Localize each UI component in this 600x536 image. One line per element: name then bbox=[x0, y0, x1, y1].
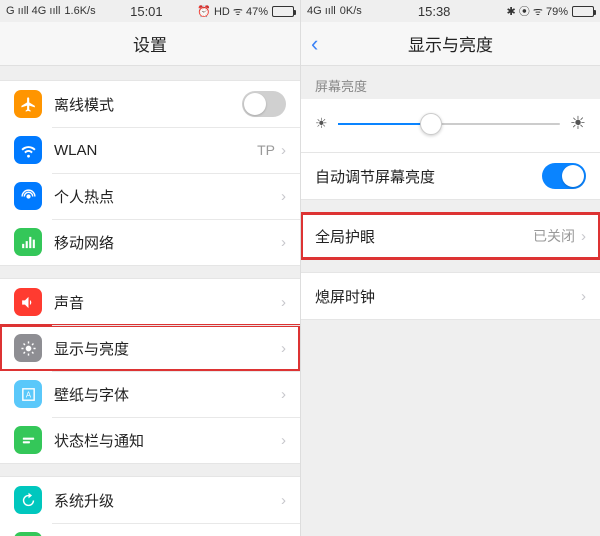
net-speed: 1.6K/s bbox=[64, 5, 95, 17]
status-time: 15:01 bbox=[96, 4, 198, 19]
row-label: 熄屏时钟 bbox=[315, 286, 581, 307]
display-group-1: 全局护眼已关闭 › bbox=[301, 212, 600, 260]
row-label: 声音 bbox=[54, 292, 281, 313]
battery-icon bbox=[272, 6, 294, 17]
chevron-right-icon: › bbox=[281, 492, 286, 509]
brightness-slider-row: ☀ ☀ bbox=[301, 99, 600, 153]
title-bar-right: ‹ 显示与亮度 bbox=[301, 22, 600, 66]
battery-icon bbox=[572, 6, 594, 17]
signal-text: 4G ııll bbox=[307, 5, 336, 17]
right-row-2[interactable]: 熄屏时钟› bbox=[301, 273, 600, 319]
chevron-right-icon: › bbox=[281, 340, 286, 357]
display-group-0: 自动调节屏幕亮度 bbox=[301, 153, 600, 200]
wifi-icon bbox=[14, 136, 42, 164]
title-bar-left: 设置 bbox=[0, 22, 300, 66]
settings-group-0: 离线模式WLANTP›个人热点›移动网络› bbox=[0, 80, 300, 266]
row-label: 离线模式 bbox=[54, 94, 242, 115]
page-title: 显示与亮度 bbox=[408, 31, 493, 56]
airplane-icon bbox=[14, 90, 42, 118]
display-group-2: 熄屏时钟› bbox=[301, 272, 600, 320]
left-row-phone[interactable]: 电话› bbox=[0, 523, 300, 536]
chevron-right-icon: › bbox=[281, 386, 286, 403]
left-row-brightness[interactable]: 显示与亮度› bbox=[0, 325, 300, 371]
update-icon bbox=[14, 486, 42, 514]
display-brightness-pane: 4G ııll 0K/s 15:38 ✱ ⦿ ᯤ 79% ‹ 显示与亮度 屏幕亮… bbox=[300, 0, 600, 536]
row-value: 已关闭 bbox=[533, 226, 575, 246]
row-label: 自动调节屏幕亮度 bbox=[315, 166, 542, 187]
status-bar-left: G ııll 4G ııll 1.6K/s 15:01 ⏰ HD ᯤ 47% bbox=[0, 0, 300, 22]
brightness-icon bbox=[14, 334, 42, 362]
row-label: 显示与亮度 bbox=[54, 338, 281, 359]
left-row-notification[interactable]: 状态栏与通知› bbox=[0, 417, 300, 463]
chevron-right-icon: › bbox=[581, 228, 586, 245]
net-speed: 0K/s bbox=[340, 5, 362, 17]
row-label: 系统升级 bbox=[54, 490, 281, 511]
chevron-right-icon: › bbox=[281, 188, 286, 205]
status-bar-right: 4G ııll 0K/s 15:38 ✱ ⦿ ᯤ 79% bbox=[301, 0, 600, 22]
row-label: 壁纸与字体 bbox=[54, 384, 281, 405]
chevron-right-icon: › bbox=[281, 142, 286, 159]
brightness-slider[interactable] bbox=[338, 123, 560, 125]
hotspot-icon bbox=[14, 182, 42, 210]
row-label: WLAN bbox=[54, 142, 257, 159]
slider-thumb[interactable] bbox=[420, 113, 442, 135]
chevron-right-icon: › bbox=[281, 432, 286, 449]
section-header-brightness: 屏幕亮度 bbox=[301, 66, 600, 99]
right-row-1[interactable]: 全局护眼已关闭 › bbox=[301, 213, 600, 259]
status-time: 15:38 bbox=[362, 4, 507, 19]
row-value: TP bbox=[257, 142, 275, 158]
display-settings: 屏幕亮度 ☀ ☀ 自动调节屏幕亮度全局护眼已关闭›熄屏时钟› bbox=[301, 66, 600, 536]
settings-pane: G ııll 4G ııll 1.6K/s 15:01 ⏰ HD ᯤ 47% 设… bbox=[0, 0, 300, 536]
page-title: 设置 bbox=[133, 31, 167, 56]
sun-large-icon: ☀ bbox=[570, 113, 586, 134]
row-label: 状态栏与通知 bbox=[54, 430, 281, 451]
left-row-wallpaper[interactable]: A 壁纸与字体› bbox=[0, 371, 300, 417]
svg-text:A: A bbox=[25, 390, 31, 399]
right-row-0: 自动调节屏幕亮度 bbox=[301, 153, 600, 199]
chevron-right-icon: › bbox=[281, 234, 286, 251]
signal-text: G ııll 4G ııll bbox=[6, 5, 60, 17]
row-label: 移动网络 bbox=[54, 232, 281, 253]
back-button[interactable]: ‹ bbox=[311, 31, 318, 57]
toggle[interactable] bbox=[542, 163, 586, 189]
settings-group-2: 系统升级›电话›帐户与同步› bbox=[0, 476, 300, 536]
sun-small-icon: ☀ bbox=[315, 115, 328, 132]
chevron-right-icon: › bbox=[281, 294, 286, 311]
settings-group-1: 声音›显示与亮度›A壁纸与字体›状态栏与通知› bbox=[0, 278, 300, 464]
left-row-cellular[interactable]: 移动网络› bbox=[0, 219, 300, 265]
status-extras: ✱ ⦿ ᯤ 79% bbox=[507, 3, 568, 19]
left-row-sound[interactable]: 声音› bbox=[0, 279, 300, 325]
row-label: 个人热点 bbox=[54, 186, 281, 207]
notification-icon bbox=[14, 426, 42, 454]
wallpaper-icon: A bbox=[14, 380, 42, 408]
sound-icon bbox=[14, 288, 42, 316]
left-row-update[interactable]: 系统升级› bbox=[0, 477, 300, 523]
phone-icon bbox=[14, 532, 42, 536]
chevron-right-icon: › bbox=[581, 288, 586, 305]
left-row-hotspot[interactable]: 个人热点› bbox=[0, 173, 300, 219]
row-label: 全局护眼 bbox=[315, 226, 533, 247]
left-row-airplane: 离线模式 bbox=[0, 81, 300, 127]
status-extras: ⏰ HD ᯤ 47% bbox=[197, 4, 268, 19]
settings-list: 离线模式WLANTP›个人热点›移动网络›声音›显示与亮度›A壁纸与字体›状态栏… bbox=[0, 66, 300, 536]
toggle[interactable] bbox=[242, 91, 286, 117]
left-row-wifi[interactable]: WLANTP › bbox=[0, 127, 300, 173]
cellular-icon bbox=[14, 228, 42, 256]
